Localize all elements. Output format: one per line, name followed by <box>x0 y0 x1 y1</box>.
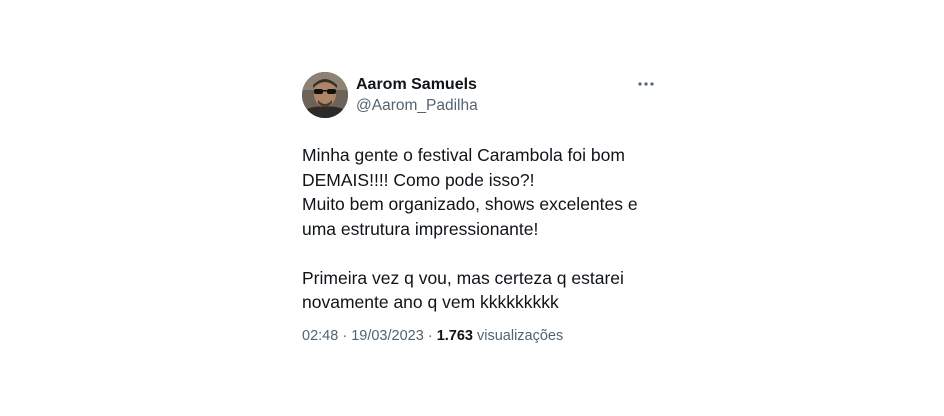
tweet-date[interactable]: 19/03/2023 <box>351 328 424 344</box>
views-label: visualizações <box>477 328 564 344</box>
tweet-meta: 02:48 · 19/03/2023 · 1.763 visualizações <box>302 326 563 346</box>
avatar-photo-icon <box>302 72 348 118</box>
tweet-time[interactable]: 02:48 <box>302 328 338 344</box>
tweet-text-line: DEMAIS!!!! Como pode isso?! <box>302 169 535 190</box>
author-display-name[interactable]: Aarom Samuels <box>356 75 478 95</box>
more-options-button[interactable] <box>636 76 656 92</box>
views-count: 1.763 <box>436 328 473 344</box>
tweet-text-line: uma estrutura impressionante! <box>302 218 539 239</box>
tweet-paragraph: Minha gente o festival Carambola foi bom… <box>302 143 662 241</box>
tweet-paragraph: Primeira vez q vou, mas certeza q estare… <box>302 266 662 315</box>
avatar[interactable] <box>302 72 348 118</box>
tweet-card: Aarom Samuels @Aarom_Padilha Minha gente… <box>302 70 662 360</box>
more-options-icon <box>638 82 654 86</box>
meta-separator: · <box>427 328 433 344</box>
tweet-text-line: Muito bem organizado, shows excelentes e <box>302 194 638 214</box>
author-handle[interactable]: @Aarom_Padilha <box>356 96 478 116</box>
tweet-text-line: novamente ano q vem kkkkkkkkk <box>302 292 559 312</box>
tweet-header: Aarom Samuels @Aarom_Padilha <box>302 70 662 118</box>
author-names: Aarom Samuels @Aarom_Padilha <box>356 75 478 116</box>
tweet-text-line: Primeira vez q vou, mas certeza q estare… <box>302 267 624 288</box>
meta-separator: · <box>342 328 348 344</box>
tweet-text: Minha gente o festival Carambola foi bom… <box>302 143 662 315</box>
tweet-text-line: Minha gente o festival Carambola foi bom <box>302 145 625 165</box>
